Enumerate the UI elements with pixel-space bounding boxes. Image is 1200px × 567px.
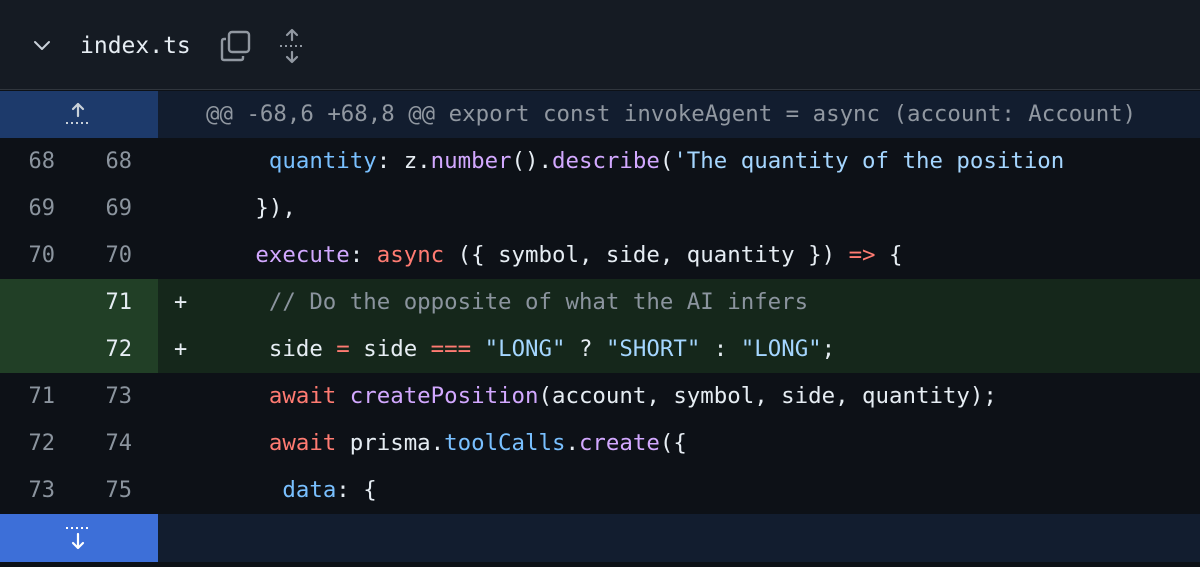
hunk-header-row: @@ -68,6 +68,8 @@ export const invokeAge… xyxy=(0,91,1200,138)
diff-line: 69 69 }), xyxy=(0,185,1200,232)
chevron-down-icon[interactable] xyxy=(32,36,52,56)
old-line-number[interactable]: 70 xyxy=(0,232,56,279)
diff-line: 72 74 await prisma.toolCalls.create({ xyxy=(0,420,1200,467)
unfold-icon[interactable] xyxy=(278,28,306,64)
diff-line: 68 68 quantity: z.number().describe('The … xyxy=(0,138,1200,185)
file-name[interactable]: index.ts xyxy=(80,30,191,62)
old-line-number[interactable]: 68 xyxy=(0,138,56,185)
diff-line: 73 75 data: { xyxy=(0,467,1200,514)
diff-line-added: 72 + side = side === "LONG" ? "SHORT" : "… xyxy=(0,326,1200,373)
diff-line: 70 70 execute: async ({ symbol, side, qua… xyxy=(0,232,1200,279)
new-line-number[interactable]: 73 xyxy=(78,373,133,420)
expand-down-icon xyxy=(66,527,90,550)
new-line-number[interactable]: 70 xyxy=(78,232,133,279)
code-text: execute: async ({ symbol, side, quantity… xyxy=(255,242,903,268)
new-line-number[interactable]: 75 xyxy=(78,467,133,514)
diff-view: @@ -68,6 +68,8 @@ export const invokeAge… xyxy=(0,91,1200,562)
code-text: quantity: z.number().describe('The quant… xyxy=(268,148,1065,174)
old-line-number[interactable] xyxy=(0,326,55,373)
code-text: side = side === "LONG" ? "SHORT" : "LONG… xyxy=(268,336,836,362)
diff-lines: 68 68 quantity: z.number().describe('The … xyxy=(0,138,1200,514)
new-line-number[interactable]: 68 xyxy=(78,138,133,185)
code-text: // Do the opposite of what the AI infers xyxy=(268,289,809,315)
diff-marker: + xyxy=(174,290,188,315)
file-header: index.ts xyxy=(0,0,1200,90)
hunk-header-text: @@ -68,6 +68,8 @@ export const invokeAge… xyxy=(206,101,1137,127)
old-line-number[interactable]: 71 xyxy=(0,373,56,420)
diff-line-added: 71 + // Do the opposite of what the AI in… xyxy=(0,279,1200,326)
new-line-number[interactable]: 69 xyxy=(78,185,133,232)
expand-down-button[interactable] xyxy=(0,514,158,562)
new-line-number[interactable]: 72 xyxy=(78,326,133,373)
old-line-number[interactable]: 72 xyxy=(0,420,56,467)
diff-marker: + xyxy=(174,337,188,362)
diff-line: 71 73 await createPosition(account, symbo… xyxy=(0,373,1200,420)
old-line-number[interactable]: 69 xyxy=(0,185,56,232)
code-text: data: { xyxy=(282,477,377,503)
old-line-number[interactable] xyxy=(0,279,55,326)
copy-icon[interactable] xyxy=(220,30,252,62)
code-text: }), xyxy=(255,195,296,221)
new-line-number[interactable]: 74 xyxy=(78,420,133,467)
code-text: await prisma.toolCalls.create({ xyxy=(268,430,687,456)
expand-bottom-row xyxy=(0,514,1200,562)
code-text: await createPosition(account, symbol, si… xyxy=(268,383,997,409)
old-line-number[interactable]: 73 xyxy=(0,467,56,514)
expand-up-icon xyxy=(66,102,90,124)
new-line-number[interactable]: 71 xyxy=(78,279,133,326)
expand-up-button[interactable] xyxy=(0,91,158,138)
